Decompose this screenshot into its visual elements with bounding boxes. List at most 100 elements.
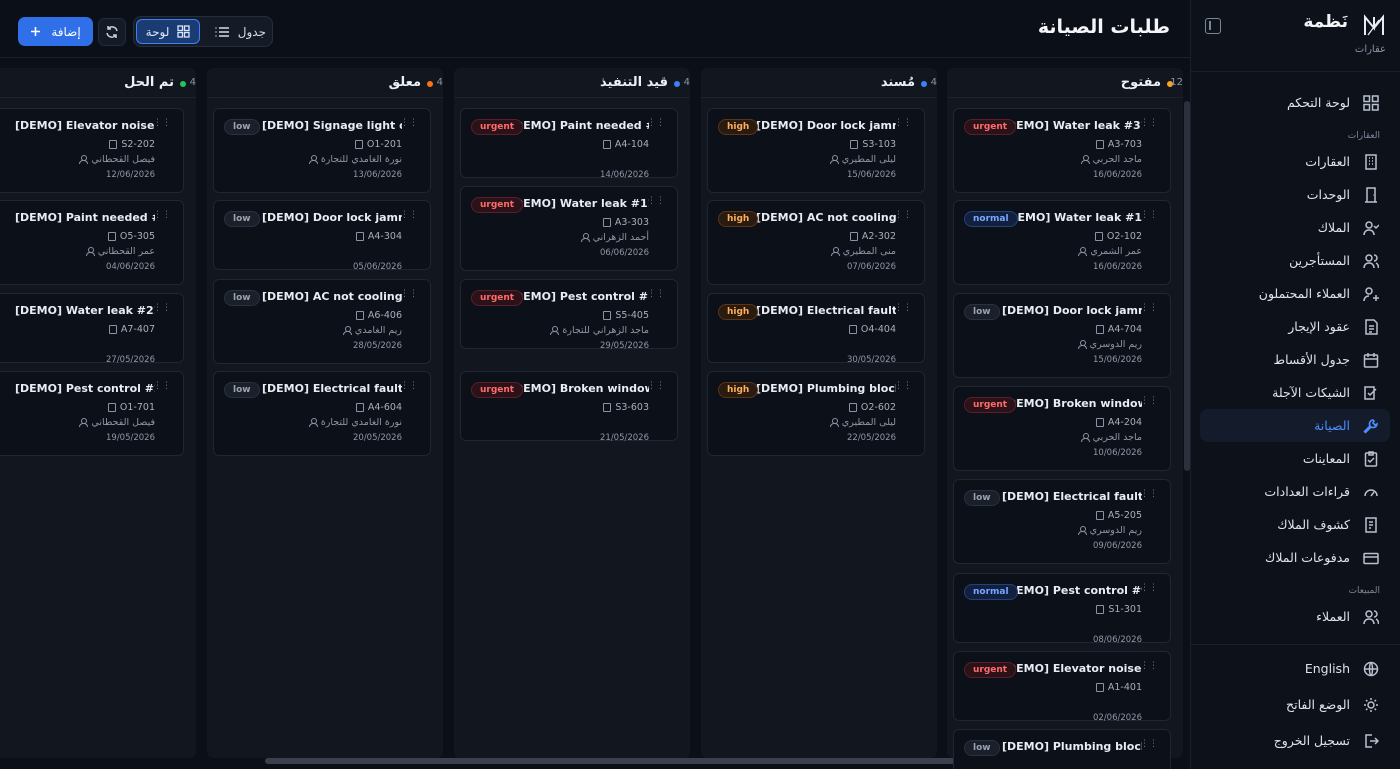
- ticket-card[interactable]: ⋮⋮ [DEMO] Paint needed #3 urgent A4-104 14/0…: [460, 108, 678, 180]
- building-icon: [1095, 325, 1104, 334]
- statement-icon: [1362, 516, 1380, 534]
- ticket-card[interactable]: ⋮⋮[DEMO] Elevator noise #5 S2-202 فيصل الق…: [0, 108, 184, 193]
- ticket-card[interactable]: ⋮⋮ [DEMO] Water leak #31 urgent A3-703 ماجد …: [953, 108, 1171, 193]
- ticket-card[interactable]: ⋮⋮[DEMO] Paint needed #13 O5-305 عمر القحط…: [0, 200, 184, 285]
- ticket-card[interactable]: ⋮⋮ [DEMO] Pest control #19 urgent S5-405 ماج…: [460, 279, 678, 351]
- ticket-date: 21/05/2026: [600, 433, 649, 443]
- door-icon: [1362, 186, 1380, 204]
- ticket-card[interactable]: ⋮⋮ [DEMO] Water leak #1 normal O2-102 عمر ال…: [953, 200, 1171, 285]
- sidebar-item-owner-payments[interactable]: مدفوعات الملاك: [1200, 541, 1390, 574]
- language-toggle[interactable]: English: [1200, 652, 1390, 685]
- drag-handle-icon[interactable]: ⋮⋮: [1140, 740, 1158, 753]
- ticket-tenant: عمر القحطاني: [85, 246, 155, 257]
- ticket-card[interactable]: ⋮⋮[DEMO] Electrical fault #8low A5-205 ريم…: [953, 479, 1171, 564]
- drag-handle-icon[interactable]: ⋮⋮: [1140, 662, 1158, 675]
- sidebar-item-maintenance[interactable]: الصيانة: [1200, 409, 1390, 442]
- drag-handle-icon[interactable]: ⋮⋮: [894, 304, 912, 317]
- sidebar-item-leases[interactable]: عقود الإيجار: [1200, 310, 1390, 343]
- sidebar-item-clients[interactable]: العملاء: [1200, 600, 1390, 633]
- unit-code: O5-305: [119, 231, 155, 242]
- drag-handle-icon[interactable]: ⋮⋮: [894, 211, 912, 224]
- ticket-unit: A4-304: [355, 231, 402, 242]
- ticket-card[interactable]: ⋮⋮[DEMO] Broken window #7urgent A4-204 ماج…: [953, 386, 1171, 471]
- ticket-card[interactable]: ⋮⋮[DEMO] Door lock jammed #12low A4-304 05…: [213, 200, 431, 272]
- drag-handle-icon[interactable]: ⋮⋮: [400, 290, 418, 303]
- ticket-card[interactable]: ⋮⋮ [DEMO] Pest control #29 O1-701 فيصل القح…: [0, 371, 184, 456]
- sidebar-collapse-button[interactable]: [1205, 18, 1221, 34]
- sidebar-item-units[interactable]: الوحدات: [1200, 178, 1390, 211]
- column-resolved: تم الحل4⋮⋮[DEMO] Elevator noise #5S2-202…: [0, 68, 196, 758]
- drag-handle-icon[interactable]: ⋮⋮: [1140, 119, 1158, 132]
- ticket-tenant: نورة الغامدي للتجارة: [308, 154, 402, 165]
- sidebar-item-owner-statements[interactable]: كشوف الملاك: [1200, 508, 1390, 541]
- column-title: قيد التنفيذ: [600, 75, 668, 90]
- ticket-card[interactable]: ⋮⋮[DEMO] Electrical fault #18high O4-404 3…: [707, 293, 925, 365]
- drag-handle-icon[interactable]: ⋮⋮: [894, 119, 912, 132]
- drag-handle-icon[interactable]: ⋮⋮: [400, 382, 418, 395]
- drag-handle-icon[interactable]: ⋮⋮: [153, 211, 171, 224]
- drag-handle-icon[interactable]: ⋮⋮: [1140, 397, 1158, 410]
- sidebar-item-meters[interactable]: قراءات العدادات: [1200, 475, 1390, 508]
- unit-code: A4-204: [1107, 417, 1142, 428]
- unit-code: A5-205: [1107, 510, 1142, 521]
- board-view-button[interactable]: لوحة: [136, 19, 200, 44]
- drag-handle-icon[interactable]: ⋮⋮: [1140, 304, 1158, 317]
- sidebar-item-cheques[interactable]: الشيكات الآجلة: [1200, 376, 1390, 409]
- ticket-date: 22/05/2026: [847, 433, 896, 443]
- ticket-card[interactable]: ⋮⋮[DEMO] Plumbing block #16low: [953, 729, 1171, 769]
- sidebar-item-installments[interactable]: جدول الأقساط: [1200, 343, 1390, 376]
- drag-handle-icon[interactable]: ⋮⋮: [647, 119, 665, 132]
- ticket-card[interactable]: ⋮⋮[DEMO] AC not cooling #20low A6-406 ريم …: [213, 279, 431, 364]
- sidebar-item-dashboard[interactable]: لوحة التحكم: [1200, 86, 1390, 119]
- ticket-card[interactable]: ⋮⋮[DEMO] Signage light out #4low O1-201 نو…: [213, 108, 431, 193]
- ticket-unit: A4-104: [602, 139, 649, 150]
- language-label: English: [1304, 661, 1350, 676]
- logout-button[interactable]: تسجيل الخروج: [1200, 724, 1390, 757]
- sidebar-item-owners[interactable]: الملاك: [1200, 211, 1390, 244]
- column-title: مُسند: [880, 75, 915, 90]
- user-icon: [79, 155, 89, 164]
- priority-badge: high: [718, 382, 759, 398]
- drag-handle-icon[interactable]: ⋮⋮: [1140, 490, 1158, 503]
- ticket-card[interactable]: ⋮⋮[DEMO] Elevator noise #15urgent A1-401 0…: [953, 651, 1171, 723]
- table-view-button[interactable]: جدول: [215, 21, 266, 43]
- theme-toggle[interactable]: الوضع الفاتح: [1200, 688, 1390, 721]
- drag-handle-icon[interactable]: ⋮⋮: [647, 290, 665, 303]
- vertical-scrollbar[interactable]: [1184, 101, 1190, 471]
- ticket-card[interactable]: ⋮⋮[DEMO] AC not cooling #10high A2-302 منى…: [707, 200, 925, 285]
- ticket-card[interactable]: ⋮⋮[DEMO] Broken window #27urgent S3-603 21…: [460, 371, 678, 443]
- sidebar-item-properties[interactable]: العقارات: [1200, 145, 1390, 178]
- unit-code: A4-304: [367, 231, 402, 242]
- ticket-card[interactable]: ⋮⋮ [DEMO] Water leak #21 A7-407 27/05/2026: [0, 293, 184, 365]
- ticket-card[interactable]: ⋮⋮ [DEMO] Pest control #9 normal S1-301 08/0…: [953, 573, 1171, 645]
- ticket-unit: O2-602: [848, 402, 896, 413]
- ticket-unit: O1-701: [107, 402, 155, 413]
- drag-handle-icon[interactable]: ⋮⋮: [894, 382, 912, 395]
- building-icon: [108, 325, 117, 334]
- drag-handle-icon[interactable]: ⋮⋮: [1140, 211, 1158, 224]
- drag-handle-icon[interactable]: ⋮⋮: [1140, 584, 1158, 597]
- priority-badge: low: [964, 740, 1000, 756]
- drag-handle-icon[interactable]: ⋮⋮: [153, 382, 171, 395]
- ticket-card[interactable]: ⋮⋮[DEMO] Door lock jammed #32low A4-704 ري…: [953, 293, 1171, 378]
- ticket-card[interactable]: ⋮⋮[DEMO] Plumbing block #26high O2-602 ليل…: [707, 371, 925, 456]
- sidebar-item-tenants[interactable]: المستأجرين: [1200, 244, 1390, 277]
- sidebar: نَظمة عقارات لوحة التحكم العقارات العقار…: [1190, 0, 1400, 769]
- add-button[interactable]: إضافة: [18, 17, 93, 46]
- drag-handle-icon[interactable]: ⋮⋮: [153, 119, 171, 132]
- building-icon: [848, 325, 857, 334]
- drag-handle-icon[interactable]: ⋮⋮: [400, 119, 418, 132]
- ticket-title: [DEMO] Electrical fault #8: [1002, 490, 1142, 503]
- sidebar-item-inspections[interactable]: المعاينات: [1200, 442, 1390, 475]
- column-title: تم الحل: [124, 75, 174, 90]
- refresh-button[interactable]: [98, 18, 126, 46]
- drag-handle-icon[interactable]: ⋮⋮: [647, 382, 665, 395]
- drag-handle-icon[interactable]: ⋮⋮: [647, 197, 665, 210]
- drag-handle-icon[interactable]: ⋮⋮: [400, 211, 418, 224]
- ticket-card[interactable]: ⋮⋮ [DEMO] Water leak #11 urgent A3-303 أحمد …: [460, 186, 678, 271]
- ticket-card[interactable]: ⋮⋮[DEMO] Electrical fault #28low A4-604 نو…: [213, 371, 431, 456]
- drag-handle-icon[interactable]: ⋮⋮: [153, 304, 171, 317]
- ticket-card[interactable]: ⋮⋮[DEMO] Door lock jammed #2high S3-103 لي…: [707, 108, 925, 193]
- card-icon: [1362, 549, 1380, 567]
- sidebar-item-leads[interactable]: العملاء المحتملون: [1200, 277, 1390, 310]
